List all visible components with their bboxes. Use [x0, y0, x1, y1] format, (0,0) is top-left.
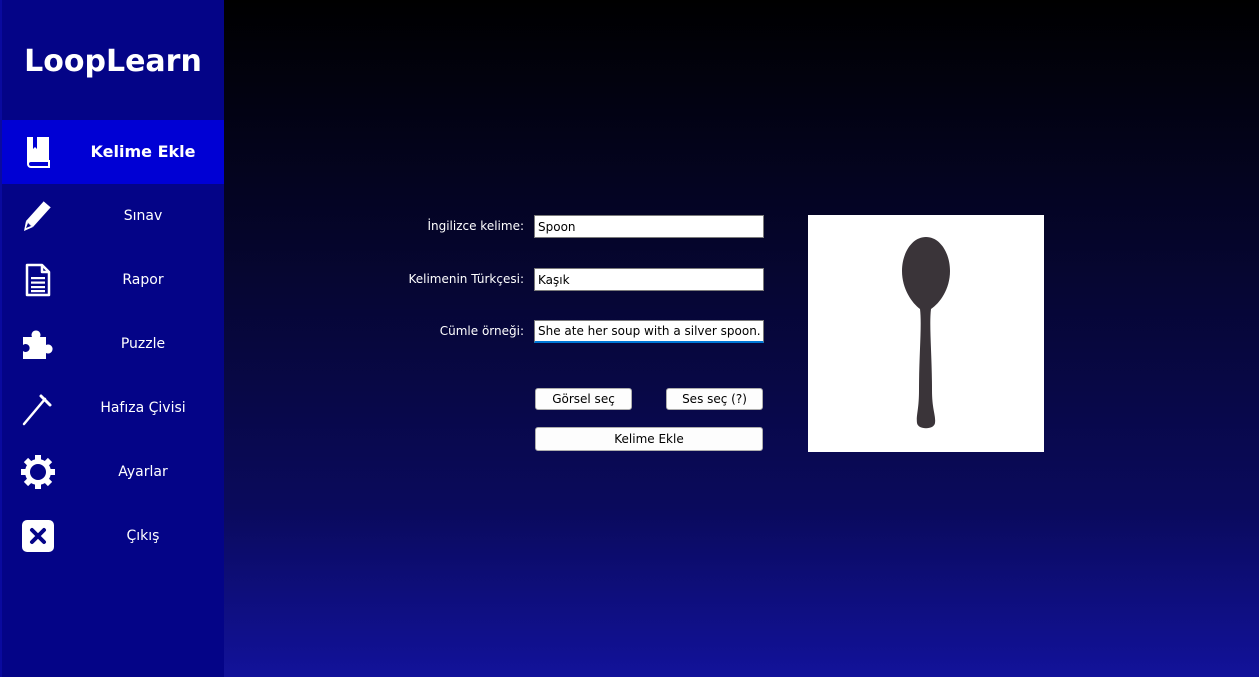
nail-icon — [20, 390, 56, 426]
puzzle-icon — [20, 326, 56, 362]
sidebar: LoopLearn Kelime Ekle Sınav Rapor Puzzle… — [0, 0, 224, 677]
pencil-icon — [20, 198, 56, 234]
select-image-button[interactable]: Görsel seç — [535, 388, 632, 410]
select-sound-button[interactable]: Ses seç (?) — [666, 388, 763, 410]
english-word-label: İngilizce kelime: — [427, 219, 524, 233]
sidebar-item-sinav[interactable]: Sınav — [2, 184, 224, 248]
sidebar-item-label: Kelime Ekle — [90, 142, 196, 161]
sidebar-item-label: Puzzle — [120, 336, 166, 352]
app-title: LoopLearn — [24, 44, 202, 79]
sidebar-item-label: Rapor — [122, 272, 164, 288]
sidebar-item-cikis[interactable]: Çıkış — [2, 504, 224, 568]
sidebar-item-hafiza-civisi[interactable]: Hafıza Çivisi — [2, 376, 224, 440]
app-window: LoopLearn Kelime Ekle Sınav Rapor Puzzle… — [0, 0, 1259, 677]
document-icon — [20, 262, 56, 298]
example-sentence-input[interactable] — [534, 320, 764, 343]
sidebar-item-label: Ayarlar — [118, 464, 168, 480]
sidebar-item-label: Çıkış — [126, 528, 160, 544]
sidebar-item-kelime-ekle[interactable]: Kelime Ekle — [2, 120, 224, 184]
word-image-preview — [808, 215, 1044, 452]
book-icon — [20, 134, 56, 170]
add-word-button[interactable]: Kelime Ekle — [535, 427, 763, 451]
example-sentence-label: Cümle örneği: — [439, 324, 524, 338]
sidebar-item-label: Hafıza Çivisi — [100, 400, 186, 416]
sidebar-item-label: Sınav — [123, 208, 163, 224]
english-word-input[interactable] — [534, 215, 764, 238]
turkish-word-label: Kelimenin Türkçesi: — [408, 272, 524, 286]
sidebar-item-rapor[interactable]: Rapor — [2, 248, 224, 312]
gear-icon — [20, 454, 56, 490]
close-icon — [20, 518, 56, 554]
sidebar-item-ayarlar[interactable]: Ayarlar — [2, 440, 224, 504]
spoon-image — [902, 237, 950, 429]
turkish-word-input[interactable] — [534, 268, 764, 291]
sidebar-item-puzzle[interactable]: Puzzle — [2, 312, 224, 376]
